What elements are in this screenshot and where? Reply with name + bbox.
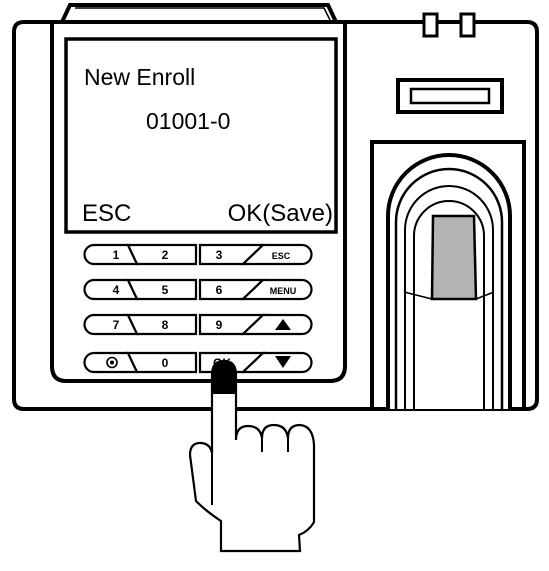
key-5-label: 5 xyxy=(162,283,169,297)
led-right-icon xyxy=(459,12,476,38)
key-1-label: 1 xyxy=(113,248,120,262)
screen-user-id: 01001-0 xyxy=(146,108,230,134)
key-9-label: 9 xyxy=(216,318,223,332)
fingerprint-sensor xyxy=(370,140,526,411)
lcd-screen: New Enroll 01001-0 ESC OK(Save) xyxy=(64,37,338,234)
screen-title: New Enroll xyxy=(84,64,195,90)
enrollment-diagram: New Enroll 01001-0 ESC OK(Save) 1 2 3 ES… xyxy=(12,2,539,553)
key-4-label: 4 xyxy=(113,283,120,297)
key-8-label: 8 xyxy=(162,318,169,332)
key-3-label: 3 xyxy=(216,248,223,262)
key-6-label: 6 xyxy=(216,283,223,297)
key-0-label: 0 xyxy=(162,356,169,370)
key-7-label: 7 xyxy=(113,318,120,332)
key-menu-label: MENU xyxy=(270,286,297,296)
screen-softkey-ok: OK(Save) xyxy=(228,200,333,227)
card-slot xyxy=(396,78,504,114)
key-esc-label: ESC xyxy=(272,251,291,261)
screen-softkey-esc: ESC xyxy=(82,200,131,227)
led-left-icon xyxy=(422,12,439,38)
key-2-label: 2 xyxy=(162,248,169,262)
